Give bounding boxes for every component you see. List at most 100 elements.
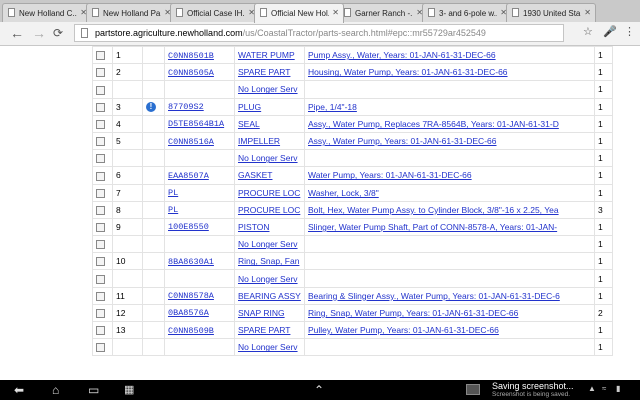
description-link[interactable]: No Longer Serv	[238, 153, 298, 163]
row-checkbox[interactable]	[96, 154, 105, 164]
detail-link[interactable]: Bolt, Hex, Water Pump Assy. to Cylinder …	[308, 205, 559, 215]
row-checkbox[interactable]	[96, 309, 105, 319]
address-bar[interactable]: partstore.agriculture.newholland.com/us/…	[74, 24, 564, 42]
description-link[interactable]: No Longer Serv	[238, 84, 298, 94]
back-arrow-icon[interactable]: ⬅	[14, 382, 24, 398]
ref-number	[112, 338, 143, 357]
description-link[interactable]: PROCURE LOC	[238, 205, 300, 215]
tab-label: Official Case IH...	[187, 9, 245, 18]
browser-tab[interactable]: Official Case IH... ✕	[170, 3, 260, 22]
row-checkbox[interactable]	[96, 68, 105, 78]
detail-link[interactable]: Water Pump, Years: 01-JAN-61-31-DEC-66	[308, 170, 472, 180]
menu-icon[interactable]: ⋮	[624, 25, 635, 38]
description-link[interactable]: BEARING ASSY	[238, 291, 301, 301]
part-number-link[interactable]: 100E8550	[168, 222, 209, 232]
row-checkbox[interactable]	[96, 257, 105, 267]
row-checkbox[interactable]	[96, 188, 105, 198]
description-link[interactable]: PROCURE LOC	[238, 188, 300, 198]
row-checkbox[interactable]	[96, 205, 105, 215]
row-checkbox[interactable]	[96, 171, 105, 181]
description-link[interactable]: No Longer Serv	[238, 342, 298, 352]
description-cell: No Longer Serv	[234, 269, 305, 288]
table-row: No Longer Serv 1	[92, 235, 613, 254]
part-number-link[interactable]: 87709S2	[168, 102, 204, 112]
quantity: 1	[594, 217, 613, 237]
ref-number: 3	[112, 97, 143, 116]
bookmark-star-icon[interactable]: ☆	[583, 25, 593, 38]
tab-close-icon[interactable]: ✕	[332, 8, 339, 17]
description-link[interactable]: SNAP RING	[238, 308, 285, 318]
row-checkbox[interactable]	[96, 51, 105, 61]
part-number-link[interactable]: EAA8507A	[168, 171, 209, 181]
description-link[interactable]: Ring, Snap, Fan	[238, 256, 299, 266]
detail-link[interactable]: Assy., Water Pump, Years: 01-JAN-61-31-D…	[308, 136, 497, 146]
select-cell	[92, 166, 113, 185]
part-number-link[interactable]: PL	[168, 188, 178, 198]
part-number-link[interactable]: C0NN8509B	[168, 326, 214, 336]
row-checkbox[interactable]	[96, 119, 105, 129]
description-link[interactable]: WATER PUMP	[238, 50, 295, 60]
browser-tab[interactable]: 1930 United Sta... ✕	[506, 3, 596, 22]
ref-number	[112, 80, 143, 99]
recent-apps-icon[interactable]: ▭	[88, 382, 99, 398]
browser-tab[interactable]: New Holland Pa... ✕	[86, 3, 176, 22]
row-checkbox[interactable]	[96, 343, 105, 353]
part-number-cell: PL	[164, 183, 235, 202]
detail-link[interactable]: Washer, Lock, 3/8"	[308, 188, 379, 198]
part-number-link[interactable]: C0NN8501B	[168, 51, 214, 61]
part-number-link[interactable]: PL	[168, 205, 178, 215]
detail-link[interactable]: Bearing & Slinger Assy., Water Pump, Yea…	[308, 291, 560, 301]
reload-button[interactable]: ⟳	[53, 25, 63, 41]
detail-link[interactable]: Pulley, Water Pump, Years: 01-JAN-61-31-…	[308, 325, 499, 335]
part-number-link[interactable]: C0NN8505A	[168, 68, 214, 78]
description-link[interactable]: No Longer Serv	[238, 239, 298, 249]
row-checkbox[interactable]	[96, 223, 105, 233]
description-link[interactable]: PLUG	[238, 102, 261, 112]
row-checkbox[interactable]	[96, 291, 105, 301]
description-link[interactable]: PISTON	[238, 222, 270, 232]
row-checkbox[interactable]	[96, 137, 105, 147]
description-link[interactable]: IMPELLER	[238, 136, 280, 146]
url-text[interactable]: partstore.agriculture.newholland.com/us/…	[95, 28, 486, 38]
quantity: 1	[594, 252, 613, 271]
part-number-link[interactable]: C0NN8578A	[168, 291, 214, 301]
description-cell: SPARE PART	[234, 320, 305, 340]
detail-link[interactable]: Ring, Snap, Water Pump, Years: 01-JAN-61…	[308, 308, 518, 318]
home-icon[interactable]: ⌂	[52, 382, 59, 398]
browser-tab[interactable]: 3- and 6-pole w... ✕	[422, 3, 512, 22]
part-number-link[interactable]: C0NN8516A	[168, 137, 214, 147]
chevron-up-icon[interactable]: ⌃	[314, 382, 324, 398]
detail-link[interactable]: Slinger, Water Pump Shaft, Part of CONN-…	[308, 222, 557, 232]
quantity: 1	[594, 235, 613, 254]
back-button[interactable]: ←	[10, 25, 24, 41]
description-link[interactable]: GASKET	[238, 170, 272, 180]
ref-number: 6	[112, 166, 143, 185]
row-checkbox[interactable]	[96, 85, 105, 95]
browser-tab[interactable]: Official New Hol... ✕	[254, 3, 344, 23]
detail-link[interactable]: Housing, Water Pump, Years: 01-JAN-61-31…	[308, 67, 508, 77]
tab-close-icon[interactable]: ✕	[584, 8, 591, 17]
microphone-icon[interactable]: 🎤	[603, 25, 617, 38]
info-icon[interactable]: !	[146, 102, 156, 113]
browser-tab[interactable]: Garner Ranch -... ✕	[338, 3, 428, 22]
row-checkbox[interactable]	[96, 274, 105, 284]
description-link[interactable]: SPARE PART	[238, 67, 290, 77]
row-checkbox[interactable]	[96, 326, 105, 336]
browser-tab[interactable]: New Holland C... ✕	[2, 3, 92, 22]
part-number-link[interactable]: 8BA8630A1	[168, 257, 214, 267]
row-checkbox[interactable]	[96, 240, 105, 250]
detail-link[interactable]: Pump Assy., Water, Years: 01-JAN-61-31-D…	[308, 50, 496, 60]
info-cell	[142, 166, 165, 185]
part-number-link[interactable]: 0BA8576A	[168, 308, 209, 318]
info-cell	[142, 269, 165, 288]
info-cell	[142, 252, 165, 271]
forward-button[interactable]: →	[32, 25, 46, 41]
description-link[interactable]: SPARE PART	[238, 325, 290, 335]
detail-link[interactable]: Pipe, 1/4"-18	[308, 102, 357, 112]
description-link[interactable]: No Longer Serv	[238, 274, 298, 284]
detail-link[interactable]: Assy., Water Pump, Replaces 7RA-8564B, Y…	[308, 119, 559, 129]
screenshot-icon[interactable]: ▦	[124, 382, 134, 398]
description-link[interactable]: SEAL	[238, 119, 260, 129]
row-checkbox[interactable]	[96, 102, 105, 112]
part-number-link[interactable]: D5TE8564B1A	[168, 119, 224, 129]
